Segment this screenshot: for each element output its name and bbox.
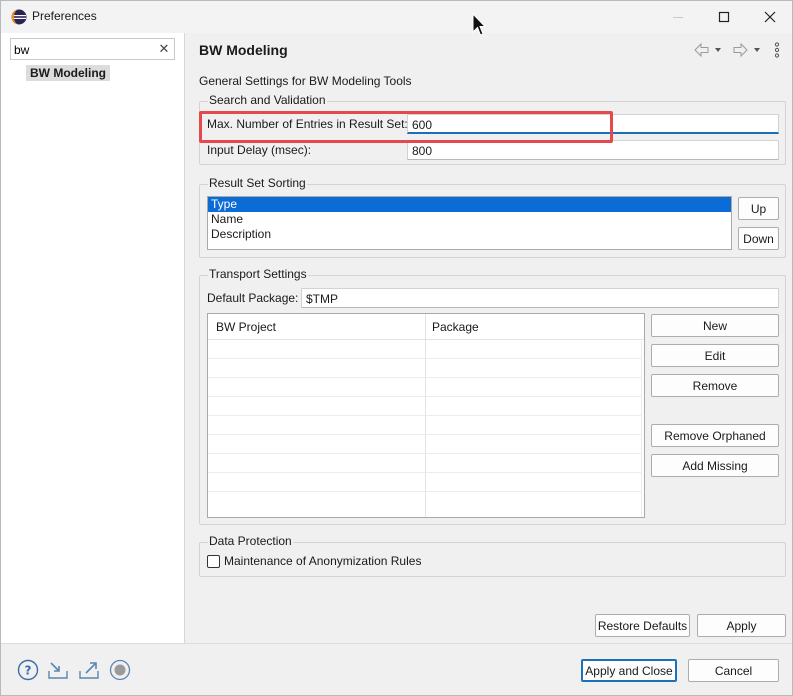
add-missing-button[interactable]: Add Missing xyxy=(651,454,779,477)
record-icon[interactable] xyxy=(109,659,131,681)
group-title: Result Set Sorting xyxy=(208,176,307,190)
clear-filter-icon[interactable]: ✕ xyxy=(158,42,170,56)
page-description: General Settings for BW Modeling Tools xyxy=(199,74,412,88)
back-arrow-icon[interactable] xyxy=(694,42,709,58)
cancel-button[interactable]: Cancel xyxy=(688,659,779,682)
table-row xyxy=(208,377,642,378)
tree-item-bw-modeling[interactable]: BW Modeling xyxy=(26,65,110,81)
project-package-table[interactable]: BW Project Package xyxy=(207,313,645,518)
filter-box: ✕ xyxy=(10,38,175,60)
export-icon[interactable] xyxy=(78,659,100,681)
apply-button[interactable]: Apply xyxy=(697,614,786,637)
window-title: Preferences xyxy=(32,9,97,23)
minimize-icon xyxy=(673,17,683,18)
down-button[interactable]: Down xyxy=(738,227,779,250)
column-header-package[interactable]: Package xyxy=(432,320,479,334)
table-row xyxy=(208,453,642,454)
filter-input[interactable] xyxy=(14,42,154,57)
maximize-icon xyxy=(718,11,730,23)
default-package-field[interactable]: $TMP xyxy=(301,288,779,308)
table-row xyxy=(208,491,642,492)
table-row xyxy=(208,358,642,359)
up-button[interactable]: Up xyxy=(738,197,779,220)
group-title: Data Protection xyxy=(208,534,293,548)
preferences-window: Preferences ✕ BW Modeling BW Modeling xyxy=(0,0,793,696)
eclipse-app-icon xyxy=(11,9,27,25)
group-title: Transport Settings xyxy=(208,267,308,281)
remove-button[interactable]: Remove xyxy=(651,374,779,397)
maximize-button[interactable] xyxy=(701,1,747,33)
sorting-list[interactable]: Type Name Description xyxy=(207,196,732,250)
page-navigation-icons xyxy=(694,42,780,58)
help-icon[interactable]: ? xyxy=(17,659,39,681)
svg-text:?: ? xyxy=(25,664,32,678)
highlight-annotation xyxy=(199,111,613,143)
input-delay-label: Input Delay (msec): xyxy=(207,143,312,157)
default-package-label: Default Package: xyxy=(207,291,299,305)
title-bar[interactable]: Preferences xyxy=(1,1,792,33)
table-row xyxy=(208,434,642,435)
table-header: BW Project Package xyxy=(208,314,644,340)
forward-menu-icon[interactable] xyxy=(754,48,760,52)
forward-arrow-icon[interactable] xyxy=(733,42,748,58)
edit-button[interactable]: Edit xyxy=(651,344,779,367)
list-item[interactable]: Type xyxy=(208,197,731,212)
table-row xyxy=(208,472,642,473)
footer-separator xyxy=(1,643,792,644)
list-item[interactable]: Description xyxy=(208,227,731,242)
minimize-button[interactable] xyxy=(655,1,701,33)
import-icon[interactable] xyxy=(47,659,69,681)
column-header-bw-project[interactable]: BW Project xyxy=(216,320,276,334)
close-icon xyxy=(764,11,776,23)
restore-defaults-button[interactable]: Restore Defaults xyxy=(595,614,690,637)
close-button[interactable] xyxy=(747,1,793,33)
page-title: BW Modeling xyxy=(199,42,288,58)
remove-orphaned-button[interactable]: Remove Orphaned xyxy=(651,424,779,447)
list-item[interactable]: Name xyxy=(208,212,731,227)
apply-and-close-button[interactable]: Apply and Close xyxy=(581,659,677,682)
table-row xyxy=(208,396,642,397)
view-menu-icon[interactable] xyxy=(774,42,780,58)
anonymization-rules-label[interactable]: Maintenance of Anonymization Rules xyxy=(224,554,421,568)
preference-tree-pane: ✕ BW Modeling xyxy=(1,33,185,643)
anonymization-rules-checkbox[interactable] xyxy=(207,555,220,568)
back-menu-icon[interactable] xyxy=(715,48,721,52)
mouse-cursor-icon xyxy=(472,13,486,36)
table-row xyxy=(208,415,642,416)
group-title: Search and Validation xyxy=(208,93,327,107)
input-delay-field[interactable]: 800 xyxy=(407,140,779,160)
new-button[interactable]: New xyxy=(651,314,779,337)
